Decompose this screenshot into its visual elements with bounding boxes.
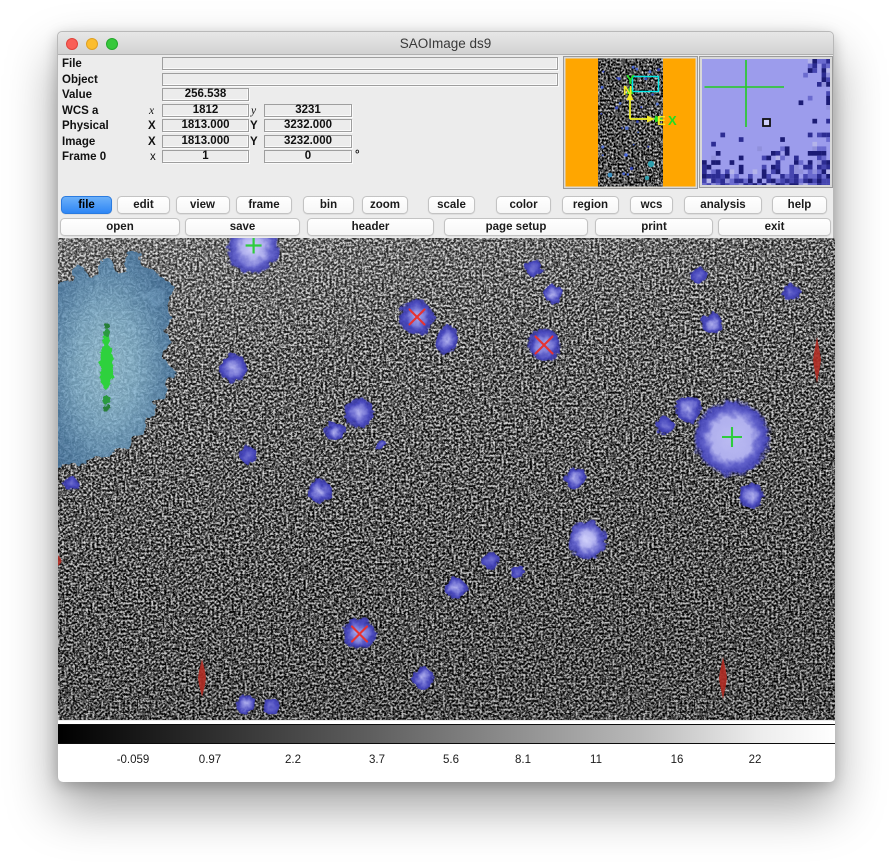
svg-text:N: N [623,83,632,98]
svg-text:X: X [668,113,677,128]
svg-text:E: E [657,113,666,128]
